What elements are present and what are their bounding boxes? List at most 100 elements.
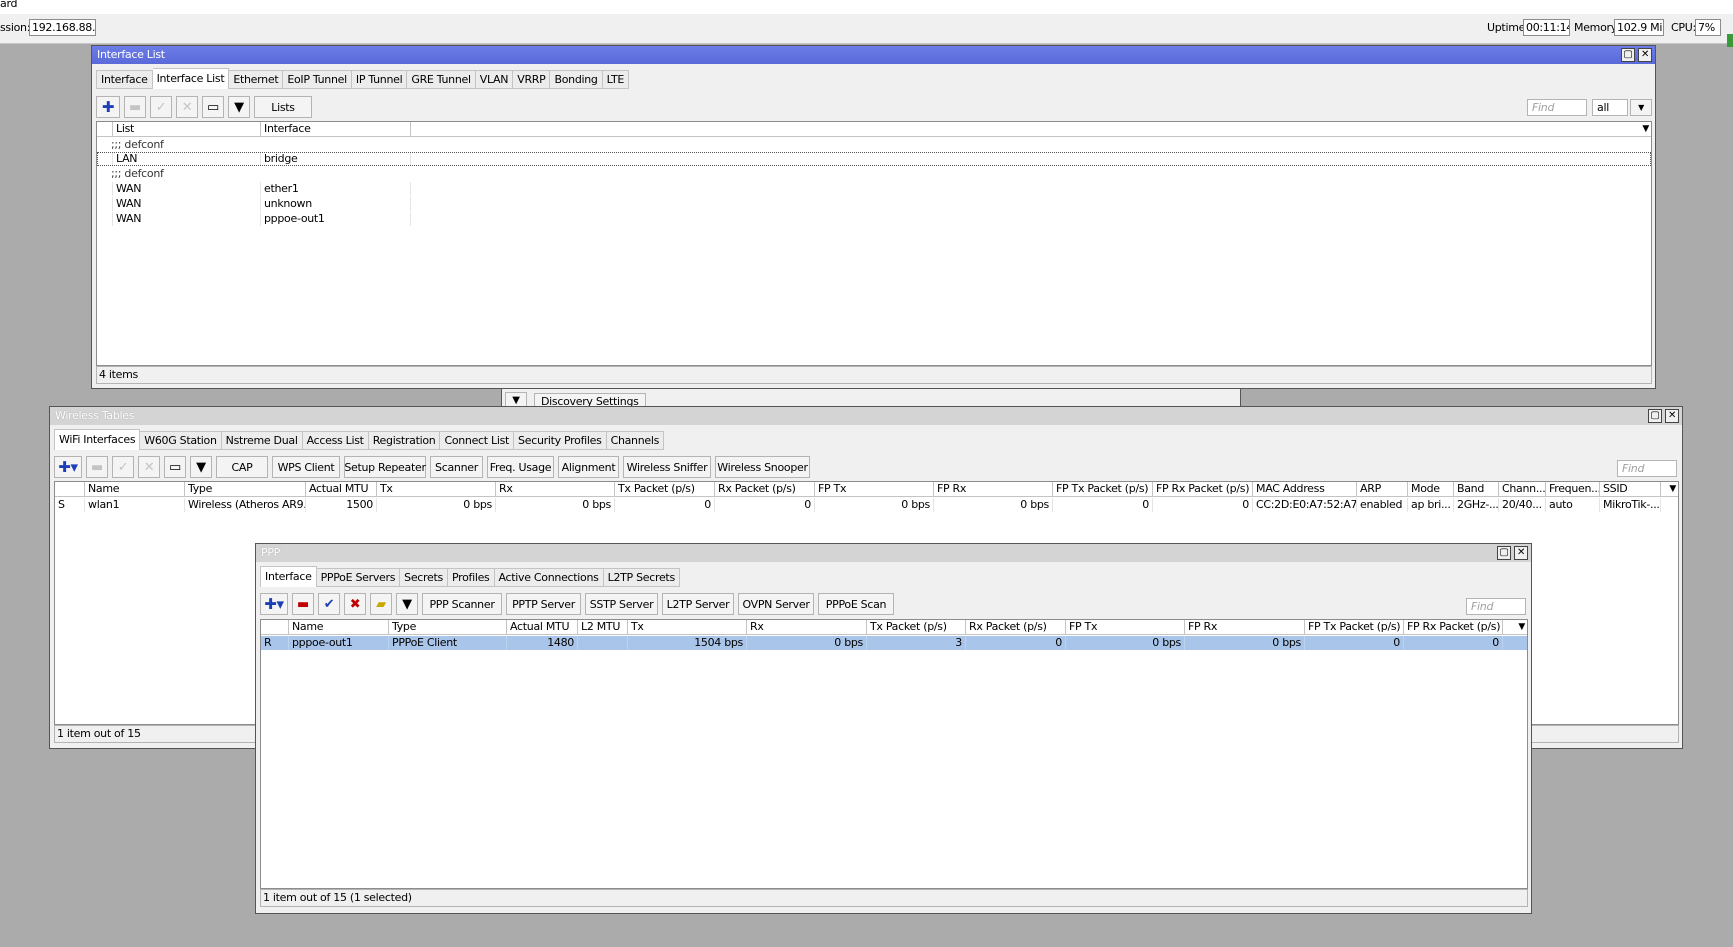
cap-button[interactable]: CAP	[216, 456, 268, 478]
table-row[interactable]: WAN pppoe-out1	[97, 212, 1651, 226]
remove-icon[interactable]: ▬	[86, 456, 108, 478]
setup-repeater-button[interactable]: Setup Repeater	[344, 456, 426, 478]
pptp-server-button[interactable]: PPTP Server	[506, 593, 581, 615]
column-header-mode[interactable]: Mode	[1408, 482, 1454, 497]
filter-icon[interactable]: ▼	[228, 96, 250, 118]
tab-nstreme-dual[interactable]: Nstreme Dual	[221, 431, 303, 450]
column-header-fp-tx[interactable]: FP Tx	[1066, 620, 1185, 635]
tab-bonding[interactable]: Bonding	[550, 70, 603, 89]
ppp-window[interactable]: PPP ▢ ✕ Interface PPPoE Servers Secrets Pro…	[255, 543, 1532, 914]
alignment-button[interactable]: Alignment	[558, 456, 619, 478]
enable-icon[interactable]: ✓	[150, 96, 172, 118]
column-header-actual-mtu[interactable]: Actual MTU	[306, 482, 377, 497]
column-header-tx[interactable]: Tx	[377, 482, 496, 497]
maximize-icon[interactable]: ▢	[1648, 409, 1662, 423]
wireless-titlebar[interactable]: Wireless Tables	[50, 407, 1682, 425]
column-header-tx[interactable]: Tx	[628, 620, 747, 635]
column-header-rx[interactable]: Rx	[747, 620, 867, 635]
columns-menu-icon[interactable]: ▼	[1518, 622, 1525, 632]
columns-menu-icon[interactable]: ▼	[1669, 484, 1676, 494]
background-window[interactable]: ▼ Discovery Settings	[501, 388, 1241, 408]
column-header-type[interactable]: Type	[185, 482, 306, 497]
tab-active-connections[interactable]: Active Connections	[494, 568, 604, 587]
lists-button[interactable]: Lists	[254, 96, 312, 118]
maximize-icon[interactable]: ▢	[1621, 48, 1635, 62]
table-row[interactable]: WAN ether1	[97, 182, 1651, 196]
find-input[interactable]: Find	[1617, 460, 1677, 477]
close-icon[interactable]: ✕	[1665, 409, 1679, 423]
tab-lte[interactable]: LTE	[602, 70, 630, 89]
column-header-mac-address[interactable]: MAC Address	[1253, 482, 1357, 497]
filter-icon[interactable]: ▼	[396, 593, 418, 615]
tab-ethernet[interactable]: Ethernet	[229, 70, 284, 89]
interface-list-titlebar[interactable]: Interface List	[92, 46, 1655, 64]
columns-menu-icon[interactable]: ▼	[1642, 124, 1649, 134]
freq-usage-button[interactable]: Freq. Usage	[487, 456, 554, 478]
tab-interface[interactable]: Interface	[260, 566, 317, 587]
find-input[interactable]: Find	[1466, 598, 1526, 615]
tab-wifi-interfaces[interactable]: WiFi Interfaces	[54, 429, 141, 450]
table-row[interactable]: LAN bridge	[97, 152, 1651, 166]
add-icon[interactable]: ✚▾	[260, 593, 288, 615]
dropdown-icon[interactable]: ▼	[1630, 99, 1652, 116]
column-header-actual-mtu[interactable]: Actual MTU	[507, 620, 578, 635]
tab-profiles[interactable]: Profiles	[447, 568, 495, 587]
column-header-l2-mtu[interactable]: L2 MTU	[578, 620, 628, 635]
filter-select[interactable]: all	[1592, 99, 1628, 116]
ppp-scanner-button[interactable]: PPP Scanner	[422, 593, 502, 615]
disable-icon[interactable]: ✕	[138, 456, 160, 478]
column-header-list[interactable]: List	[113, 122, 261, 137]
find-input[interactable]: Find	[1527, 99, 1587, 116]
enable-icon[interactable]: ✔	[318, 593, 340, 615]
column-header-flags[interactable]	[55, 482, 85, 497]
tab-gre-tunnel[interactable]: GRE Tunnel	[407, 70, 476, 89]
tab-vrrp[interactable]: VRRP	[513, 70, 551, 89]
tab-access-list[interactable]: Access List	[302, 431, 369, 450]
ppp-titlebar[interactable]: PPP	[256, 544, 1531, 562]
column-header-rx-packet-p-s[interactable]: Rx Packet (p/s)	[715, 482, 815, 497]
column-header-tx-packet-p-s[interactable]: Tx Packet (p/s)	[615, 482, 715, 497]
close-icon[interactable]: ✕	[1514, 546, 1528, 560]
tab-interface[interactable]: Interface	[96, 70, 153, 89]
table-row[interactable]: Rpppoe-out1 PPPoE Client 1480 1504 bps 0 bps…	[261, 636, 1527, 650]
column-header-fp-tx-packet-p-s[interactable]: FP Tx Packet (p/s)	[1305, 620, 1404, 635]
disable-icon[interactable]: ✕	[176, 96, 198, 118]
column-header-frequen[interactable]: Frequen...	[1546, 482, 1600, 497]
filter-icon[interactable]: ▼	[190, 456, 212, 478]
column-header-rx[interactable]: Rx	[496, 482, 615, 497]
column-header-arp[interactable]: ARP	[1357, 482, 1408, 497]
wireless-snooper-button[interactable]: Wireless Snooper	[715, 456, 810, 478]
add-icon[interactable]: ✚▾	[54, 456, 82, 478]
tab-w60g-station[interactable]: W60G Station	[140, 431, 222, 450]
column-header-ssid[interactable]: SSID	[1600, 482, 1661, 497]
tab-channels[interactable]: Channels	[606, 431, 665, 450]
column-header-type[interactable]: Type	[389, 620, 507, 635]
tab-connect-list[interactable]: Connect List	[440, 431, 515, 450]
tab-registration[interactable]: Registration	[368, 431, 441, 450]
tab-l2tp-secrets[interactable]: L2TP Secrets	[603, 568, 680, 587]
l2tp-server-button[interactable]: L2TP Server	[662, 593, 734, 615]
remove-icon[interactable]: ▬	[292, 593, 314, 615]
pppoe-scan-button[interactable]: PPPoE Scan	[818, 593, 894, 615]
tab-ip-tunnel[interactable]: IP Tunnel	[351, 70, 408, 89]
tab-secrets[interactable]: Secrets	[400, 568, 448, 587]
column-header-fp-tx[interactable]: FP Tx	[815, 482, 934, 497]
table-row[interactable]: WAN unknown	[97, 197, 1651, 211]
column-header-name[interactable]: Name	[85, 482, 185, 497]
wps-client-button[interactable]: WPS Client	[272, 456, 340, 478]
table-row[interactable]: Swlan1 Wireless (Atheros AR9... 1500 0 bps 0…	[55, 498, 1678, 512]
enable-icon[interactable]: ✓	[112, 456, 134, 478]
comment-icon[interactable]: ▭	[202, 96, 224, 118]
disable-icon[interactable]: ✖	[344, 593, 366, 615]
scanner-button[interactable]: Scanner	[430, 456, 483, 478]
tab-interface-list[interactable]: Interface List	[152, 68, 230, 89]
tab-eoip-tunnel[interactable]: EoIP Tunnel	[283, 70, 352, 89]
column-header-flags[interactable]	[261, 620, 289, 635]
sstp-server-button[interactable]: SSTP Server	[585, 593, 658, 615]
wireless-sniffer-button[interactable]: Wireless Sniffer	[623, 456, 711, 478]
comment-icon[interactable]: ▰	[370, 593, 392, 615]
column-header-fp-rx-packet-p-s[interactable]: FP Rx Packet (p/s)	[1404, 620, 1503, 635]
maximize-icon[interactable]: ▢	[1497, 546, 1511, 560]
column-header-chann[interactable]: Chann...	[1499, 482, 1546, 497]
column-header-fp-rx[interactable]: FP Rx	[1185, 620, 1305, 635]
